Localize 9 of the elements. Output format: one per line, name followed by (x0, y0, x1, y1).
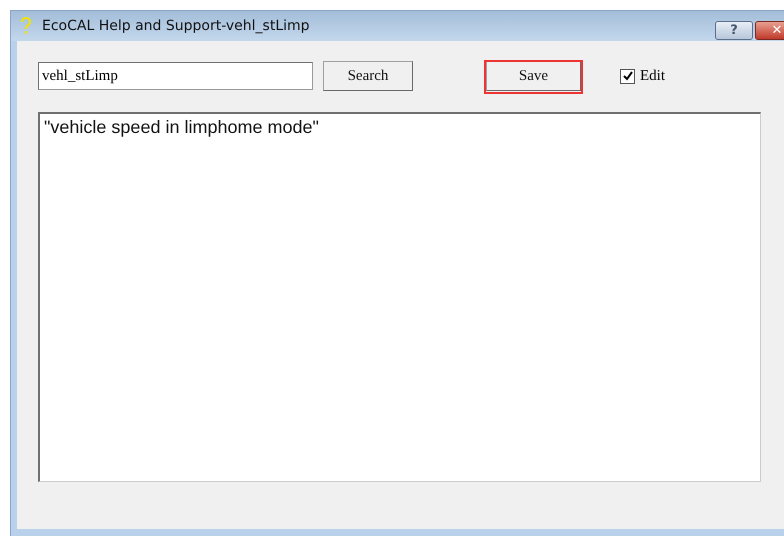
search-button[interactable]: Search (323, 61, 413, 91)
help-button[interactable]: ? (715, 21, 753, 40)
text-area[interactable]: "vehicle speed in limphome mode" (38, 112, 761, 482)
save-button[interactable]: Save (486, 61, 581, 91)
edit-checkbox[interactable]: Edit (620, 68, 665, 84)
search-field[interactable]: vehl_stLimp (38, 62, 313, 90)
question-mark-icon (19, 17, 33, 35)
check-icon (622, 71, 632, 81)
window-title: EcoCAL Help and Support-vehl_stLimp (42, 18, 311, 34)
